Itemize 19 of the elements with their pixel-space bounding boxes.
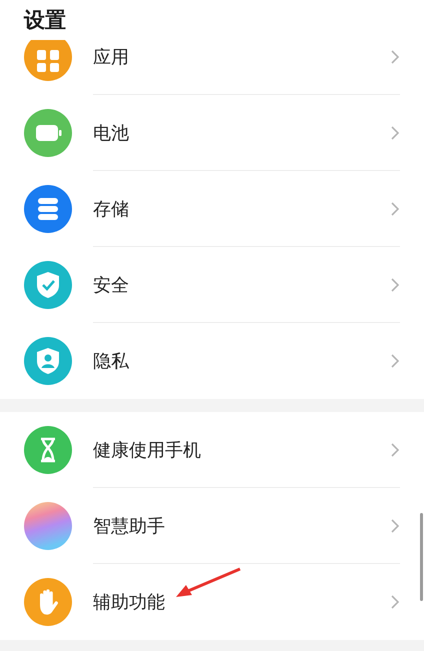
gradient-orb-icon — [24, 502, 72, 550]
chevron-icon — [390, 124, 400, 140]
item-label: 电池 — [93, 122, 130, 144]
chevron-icon — [390, 353, 400, 369]
item-label: 隐私 — [93, 350, 130, 373]
page-title: 设置 — [24, 7, 66, 34]
chevron-icon — [390, 518, 400, 534]
item-label: 健康使用手机 — [93, 438, 202, 462]
scrollbar[interactable] — [420, 513, 423, 601]
item-label: 安全 — [93, 274, 130, 296]
chevron-icon — [390, 442, 400, 458]
chevron-icon — [390, 48, 400, 64]
chevron-icon — [390, 594, 400, 610]
item-label: 应用 — [93, 46, 130, 68]
chevron-icon — [390, 276, 400, 292]
item-label: 辅助功能 — [93, 591, 166, 614]
item-label: 智慧助手 — [93, 514, 166, 538]
chevron-icon — [390, 200, 400, 216]
item-label: 存储 — [93, 198, 130, 220]
